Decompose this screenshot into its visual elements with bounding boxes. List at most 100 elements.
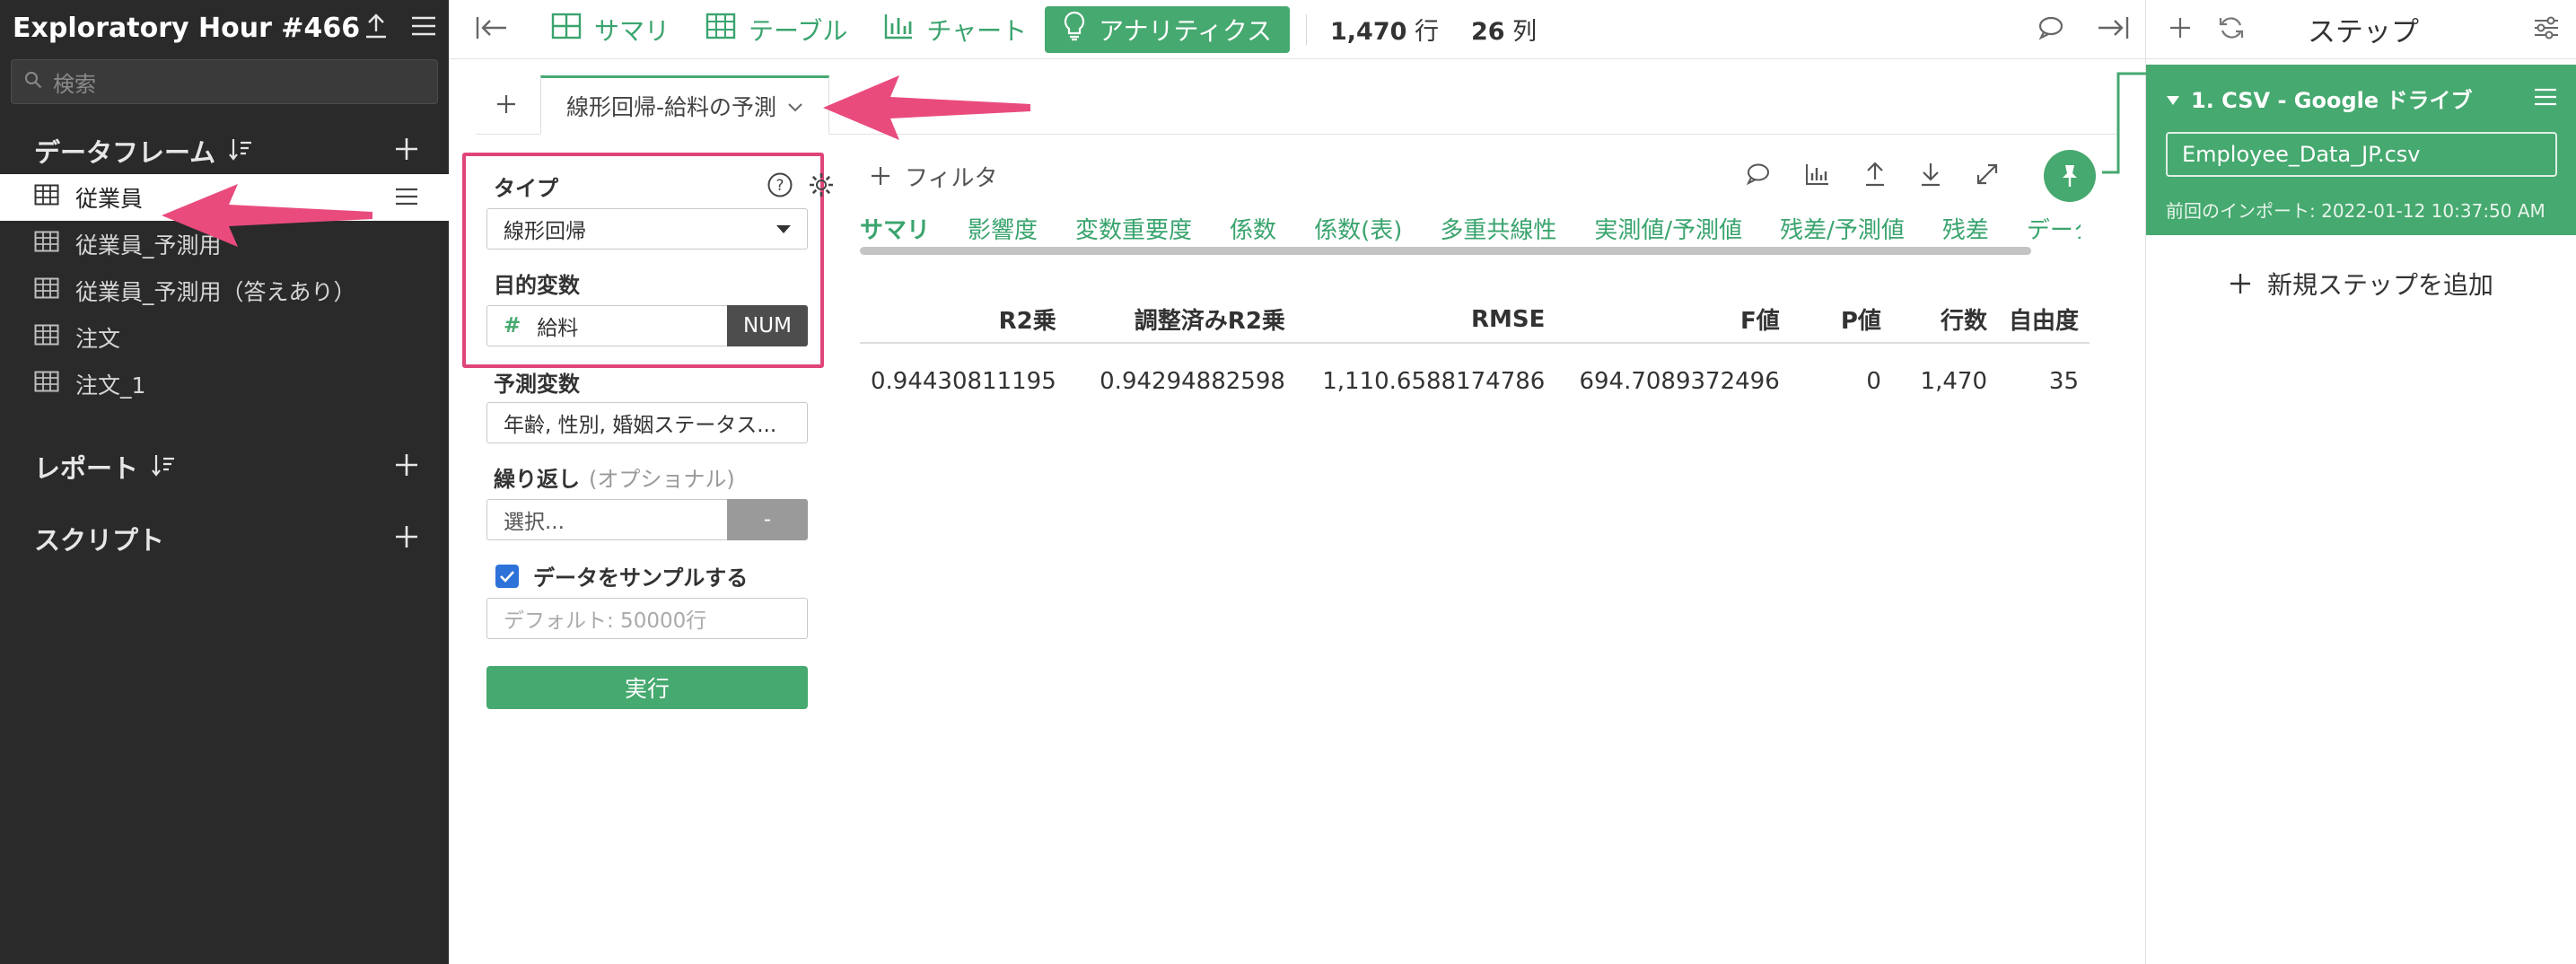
sample-size-input[interactable]: デフォルト: 50000行 xyxy=(486,598,808,639)
add-script-icon[interactable] xyxy=(395,525,418,552)
refresh-icon[interactable] xyxy=(2218,15,2245,44)
section-dataframes: データフレーム xyxy=(0,127,449,174)
collapse-left-icon[interactable] xyxy=(476,15,508,44)
menu-icon[interactable] xyxy=(2534,86,2557,111)
table-label: テーブル xyxy=(749,15,848,46)
summary-view-button[interactable]: サマリ xyxy=(533,6,688,53)
caret-down-icon[interactable] xyxy=(2166,86,2180,111)
top-toolbar: サマリ テーブル チャート アナリティクス 1,470 行 26 列 xyxy=(449,0,2145,59)
result-subtab[interactable]: 係数(表) xyxy=(1314,212,1402,244)
predictors-label: 予測変数 xyxy=(494,372,580,397)
expand-icon[interactable] xyxy=(1976,162,1999,189)
table-view-button[interactable]: テーブル xyxy=(688,6,865,53)
upload-icon[interactable] xyxy=(1864,162,1886,190)
repeat-addon-button[interactable]: - xyxy=(727,499,808,540)
table-cell: 0.94294882598 xyxy=(1100,367,1285,395)
step-import-time: 前回のインポート: 2022-01-12 10:37:50 AM xyxy=(2166,200,2545,222)
subtabs-scrollbar[interactable] xyxy=(860,247,2031,255)
add-filter-button[interactable]: フィルタ xyxy=(871,160,997,193)
step-title: 1. CSV - Google ドライブ xyxy=(2191,88,2473,113)
tab-linear-regression[interactable]: 線形回帰-給料の予測 xyxy=(540,75,830,135)
column-count: 26 列 xyxy=(1471,18,1538,46)
result-subtab[interactable]: 係数 xyxy=(1230,212,1276,244)
menu-icon[interactable] xyxy=(411,16,436,39)
step-card-csv[interactable]: 1. CSV - Google ドライブ Employee_Data_JP.cs… xyxy=(2146,65,2576,235)
repeat-placeholder: 選択... xyxy=(486,499,727,540)
grid-icon xyxy=(551,13,582,46)
upload-icon[interactable] xyxy=(364,13,388,42)
pin-connector-line xyxy=(2102,72,2152,174)
annotation-arrow-dataframe xyxy=(162,184,372,247)
add-icon[interactable] xyxy=(2169,17,2191,42)
result-subtab[interactable]: 変数重要度 xyxy=(1075,212,1192,244)
table-header-row: R2乗 調整済みR2乗 RMSE F値 P値 行数 自由度 xyxy=(860,296,2090,344)
add-report-icon[interactable] xyxy=(395,453,418,480)
collapse-right-icon[interactable] xyxy=(2097,15,2129,44)
result-subtab[interactable]: 多重共線性 xyxy=(1440,212,1556,244)
analytics-view-button[interactable]: アナリティクス xyxy=(1045,5,1290,53)
target-label: 目的変数 xyxy=(494,273,580,298)
num-type-badge: NUM xyxy=(727,305,808,346)
model-type-select[interactable]: 線形回帰 xyxy=(486,208,808,250)
result-subtab[interactable]: データ xyxy=(2027,212,2081,244)
sidebar-item-dataframe[interactable]: 注文_1 xyxy=(0,361,449,408)
dataframe-label: 従業員 xyxy=(75,186,144,212)
column-header[interactable]: 調整済みR2乗 xyxy=(1066,296,1296,344)
section-scripts: スクリプト xyxy=(0,515,449,562)
plus-icon xyxy=(872,167,889,185)
sidebar-item-dataframe[interactable]: 従業員_予測用（答えあり） xyxy=(0,267,449,314)
table-icon xyxy=(705,13,736,46)
column-header[interactable]: F値 xyxy=(1555,296,1791,344)
column-header[interactable]: 自由度 xyxy=(1997,296,2090,344)
column-header[interactable]: P値 xyxy=(1790,296,1892,344)
chevron-down-icon[interactable] xyxy=(787,92,803,118)
repeat-by-field[interactable]: 選択... - xyxy=(486,499,808,540)
result-subtab[interactable]: 残差 xyxy=(1942,212,1989,244)
table-row: 0.94430811195 0.94294882598 1,110.65881747… xyxy=(860,343,2090,418)
step-file-name[interactable]: Employee_Data_JP.csv xyxy=(2166,132,2557,177)
result-subtab[interactable]: サマリ xyxy=(860,212,930,244)
sliders-icon[interactable] xyxy=(2533,15,2560,44)
search-input[interactable]: 検索 xyxy=(11,59,438,104)
menu-icon[interactable] xyxy=(395,185,418,211)
comment-icon[interactable] xyxy=(1746,162,1771,189)
summary-table: R2乗 調整済みR2乗 RMSE F値 P値 行数 自由度 0.94430811195 0.9… xyxy=(860,296,2090,418)
column-header[interactable]: 行数 xyxy=(1891,296,1998,344)
sample-checkbox[interactable] xyxy=(495,564,519,588)
download-icon[interactable] xyxy=(1920,162,1941,190)
gear-icon[interactable] xyxy=(808,171,835,202)
sort-icon[interactable] xyxy=(151,453,176,480)
add-tab-button[interactable] xyxy=(476,74,537,134)
column-header[interactable]: RMSE xyxy=(1295,296,1556,344)
project-title: Exploratory Hour #466 xyxy=(13,12,361,44)
annotation-arrow-tab xyxy=(823,75,1030,140)
table-icon xyxy=(34,277,59,304)
summary-label: サマリ xyxy=(594,15,670,46)
sidebar-item-dataframe[interactable]: 注文 xyxy=(0,314,449,361)
chart-view-button[interactable]: チャート xyxy=(865,6,1045,53)
result-subtab[interactable]: 残差/予測値 xyxy=(1780,212,1905,244)
svg-text:?: ? xyxy=(775,177,784,195)
help-icon[interactable]: ? xyxy=(767,171,793,202)
add-dataframe-icon[interactable] xyxy=(395,137,418,164)
pin-button[interactable] xyxy=(2044,150,2096,202)
add-step-button[interactable]: 新規ステップを追加 xyxy=(2146,266,2576,302)
column-header[interactable]: R2乗 xyxy=(860,296,1067,344)
steps-panel: ステップ 1. CSV - Google ドライブ Employee_Data_… xyxy=(2145,0,2576,964)
comment-icon[interactable] xyxy=(2037,15,2064,44)
predictors-select[interactable]: 年齢, 性別, 婚姻ステータス... xyxy=(486,402,808,443)
chart-icon[interactable] xyxy=(1805,162,1830,189)
toolbar-divider xyxy=(1306,13,1307,45)
result-subtab[interactable]: 実測値/予測値 xyxy=(1594,212,1742,244)
run-button[interactable]: 実行 xyxy=(486,666,808,709)
type-label: タイプ xyxy=(494,176,558,201)
sidebar-header: Exploratory Hour #466 xyxy=(0,0,449,56)
target-variable-field[interactable]: # 給料 NUM xyxy=(486,305,808,346)
plus-icon xyxy=(2230,274,2250,294)
tab-label: 線形回帰-給料の予測 xyxy=(566,93,777,120)
table-cell: 1,110.6588174786 xyxy=(1322,367,1546,395)
model-type-value: 線形回帰 xyxy=(504,220,586,243)
repeat-label: 繰り返し xyxy=(494,467,580,492)
result-subtab[interactable]: 影響度 xyxy=(968,212,1038,244)
sort-icon[interactable] xyxy=(228,137,253,164)
